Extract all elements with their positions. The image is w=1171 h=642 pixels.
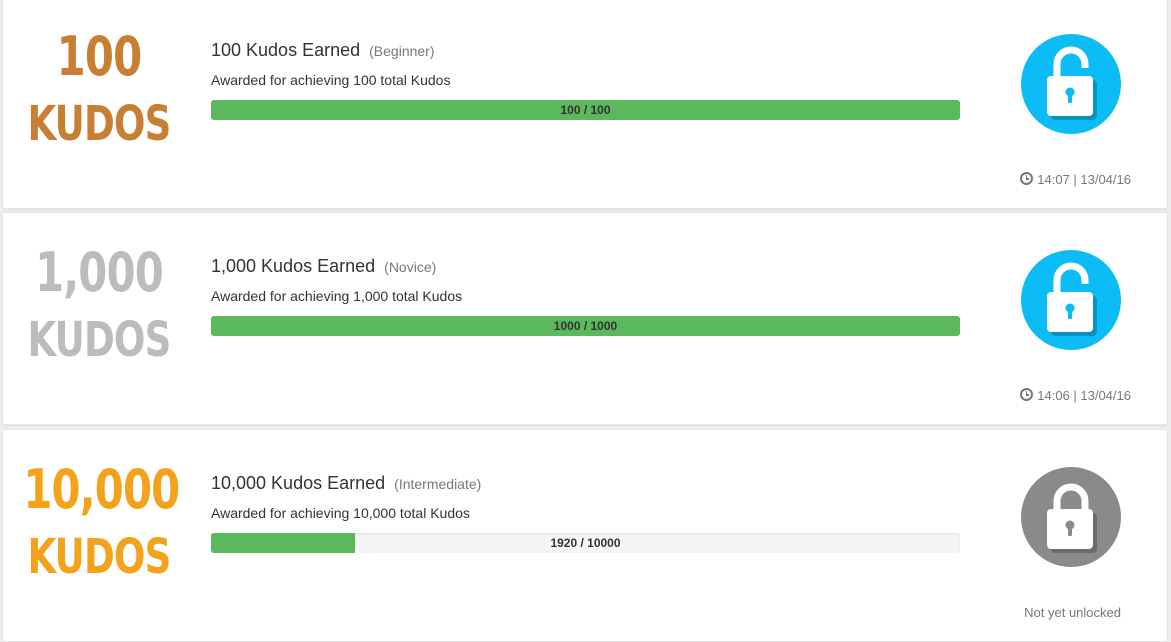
clock-icon [1020,172,1034,185]
progress-bar: 100 / 100 [211,100,960,120]
progress-label: 1920 / 10000 [550,536,621,550]
title-text: 10,000 Kudos Earned [211,473,386,493]
status-text: 14:07 | 13/04/16 [1037,172,1131,187]
progress-label: 1000 / 1000 [553,319,618,333]
achievement-description: Awarded for achieving 10,000 total Kudos [211,505,470,521]
achievement-card: 100 KUDOS 100 Kudos Earned (Beginner) Aw… [2,0,1168,209]
achievement-card: 10,000 KUDOS 10,000 Kudos Earned (Interm… [2,429,1168,642]
achievement-card: 1,000 KUDOS 1,000 Kudos Earned (Novice) … [2,212,1168,425]
status-text: 14:06 | 13/04/16 [1037,388,1131,403]
unlock-status: Not yet unlocked [1024,605,1121,620]
badge-unit: KUDOS [27,96,171,152]
unlocked-padlock-icon [1021,250,1121,350]
progress-label: 100 / 100 [560,103,611,117]
kudos-badge: 100 KUDOS [11,25,187,152]
unlock-timestamp: 14:06 | 13/04/16 [1020,387,1131,403]
level-text: (Beginner) [369,43,435,59]
level-text: (Intermediate) [394,476,482,492]
badge-unit: KUDOS [27,529,171,585]
progress-bar: 1920 / 10000 [211,533,960,553]
achievement-title: 10,000 Kudos Earned (Intermediate) [211,473,481,494]
achievement-description: Awarded for achieving 1,000 total Kudos [211,288,463,304]
badge-unit: KUDOS [27,312,171,368]
achievement-title: 100 Kudos Earned (Beginner) [211,40,435,61]
unlock-timestamp: 14:07 | 13/04/16 [1020,171,1131,187]
level-text: (Novice) [384,259,437,275]
progress-bar: 1000 / 1000 [211,316,960,336]
title-text: 100 Kudos Earned [211,40,361,60]
badge-number: 10,000 [23,458,180,521]
unlocked-padlock-icon [1021,34,1121,134]
achievement-title: 1,000 Kudos Earned (Novice) [211,256,436,277]
status-text: Not yet unlocked [1024,605,1121,620]
locked-padlock-icon [1021,467,1121,567]
kudos-badge: 10,000 KUDOS [11,458,187,585]
kudos-badge: 1,000 KUDOS [11,241,187,368]
badge-number: 100 [56,25,143,88]
badge-number: 1,000 [35,241,164,304]
clock-icon [1020,388,1034,401]
title-text: 1,000 Kudos Earned [211,256,376,276]
achievement-description: Awarded for achieving 100 total Kudos [211,72,451,88]
